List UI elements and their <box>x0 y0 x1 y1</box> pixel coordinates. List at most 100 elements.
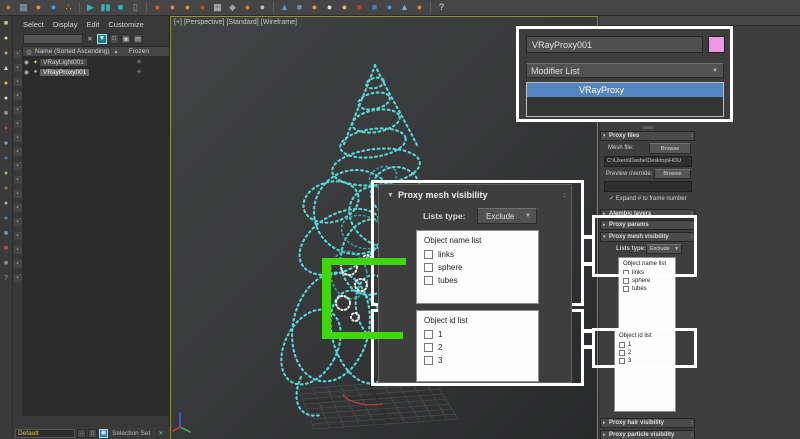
explorer-tool-icon[interactable]: ▪ <box>14 246 22 254</box>
shapes-filter-icon[interactable]: ● <box>1 34 11 44</box>
list-item-sphere[interactable]: sphere <box>619 277 675 285</box>
stop-icon[interactable]: ■ <box>114 1 127 14</box>
object-name-field[interactable] <box>526 36 703 53</box>
hand-icon[interactable]: ● <box>181 1 194 14</box>
viewport-plus-menu[interactable]: [+] <box>174 19 182 26</box>
basket-icon[interactable]: ● <box>413 1 426 14</box>
explorer-tool-icon[interactable]: ▪ <box>14 78 22 86</box>
checkbox[interactable] <box>424 343 433 352</box>
rollout-proxy-hair-visibility[interactable]: ▸ Proxy hair visibility :: <box>600 418 695 428</box>
sphere-icon[interactable]: ● <box>1 94 11 104</box>
list-item-id2[interactable]: 2 <box>417 341 538 354</box>
object-id-list-box[interactable]: Object id list 1 2 3 <box>416 310 539 382</box>
checkbox[interactable] <box>424 250 433 259</box>
splash-icon[interactable]: ▲ <box>278 1 291 14</box>
atom-icon[interactable]: ● <box>1 139 11 149</box>
filter-icon[interactable]: ▼ <box>97 34 107 44</box>
list-item-id3[interactable]: 3 <box>417 354 538 367</box>
frozen-column-header[interactable]: Frozen <box>129 48 149 55</box>
checkbox[interactable] <box>424 276 433 285</box>
rollout-proxy-particle-visibility[interactable]: ▸ Proxy particle visibility :: <box>600 430 695 439</box>
explorer-tool-icon[interactable]: ▪ <box>14 92 22 100</box>
close-icon[interactable]: ✕ <box>158 430 163 437</box>
explorer-tool-icon[interactable]: ▪ <box>14 120 22 128</box>
globe-icon[interactable]: ● <box>383 1 396 14</box>
search-input[interactable] <box>23 34 83 44</box>
explorer-tool-icon[interactable]: ▪ <box>14 232 22 240</box>
name-column-header[interactable]: Name (Sorted Ascending) <box>35 48 109 55</box>
preview-browse-button[interactable]: Browse <box>654 169 691 179</box>
explorer-tool-icon[interactable]: ▪ <box>14 162 22 170</box>
mesh-file-browse-button[interactable]: Browse <box>649 143 691 154</box>
scene-object-row[interactable]: ◉ ● VRayProxy001 ✳ <box>22 67 170 77</box>
cloth-icon[interactable]: ■ <box>353 1 366 14</box>
callout-rollout-header[interactable]: ▼ Proxy mesh visibility :: <box>379 188 571 202</box>
cup-icon[interactable]: ● <box>323 1 336 14</box>
marble-icon[interactable]: ● <box>1 214 11 224</box>
more-button[interactable]: ‥ <box>77 429 86 438</box>
menu-display[interactable]: Display <box>53 20 78 29</box>
stack-entry-vrayproxy[interactable]: VRayProxy <box>527 83 723 97</box>
cloud-icon[interactable]: ● <box>256 1 269 14</box>
query-icon[interactable]: ? <box>1 274 11 284</box>
explorer-tool-icon[interactable]: ▪ <box>14 64 22 72</box>
explorer-tool-icon[interactable]: ▪ <box>14 190 22 198</box>
pause-icon[interactable]: ▮▮ <box>99 1 112 14</box>
selection-sets-icon[interactable]: ▦ <box>99 429 108 438</box>
ship-icon[interactable]: ▲ <box>398 1 411 14</box>
frozen-snowflake-icon[interactable]: ✳ <box>136 58 142 66</box>
slate-icon[interactable]: ■ <box>1 109 11 119</box>
helper-icon[interactable]: ● <box>1 124 11 134</box>
container-icon[interactable]: ■ <box>293 1 306 14</box>
viewport-shading-menu[interactable]: [Wireframe] <box>261 19 297 26</box>
stack-icon[interactable]: ■ <box>1 229 11 239</box>
bucket-icon[interactable]: ● <box>308 1 321 14</box>
object-name[interactable]: VRayProxy001 <box>40 69 89 76</box>
modifier-stack-list[interactable]: VRayProxy <box>526 82 724 117</box>
schedule-icon[interactable]: ▦ <box>211 1 224 14</box>
lock-icon[interactable]: □ <box>109 34 119 44</box>
checkbox[interactable] <box>424 263 433 272</box>
grid-icon[interactable]: ▦ <box>17 1 30 14</box>
water-icon[interactable]: ● <box>47 1 60 14</box>
add-container-icon[interactable]: ▤ <box>133 34 143 44</box>
plant-icon[interactable]: ● <box>1 169 11 179</box>
spark-icon[interactable]: ● <box>241 1 254 14</box>
list-item-sphere[interactable]: sphere <box>417 261 538 274</box>
animal-icon[interactable]: ● <box>1 184 11 194</box>
object-color-swatch[interactable] <box>708 36 725 53</box>
explorer-tool-icon[interactable]: ▪ <box>14 134 22 142</box>
explorer-column-headers[interactable]: ◍ Name (Sorted Ascending) ▲ Frozen <box>22 46 170 57</box>
particles-icon[interactable]: ∴ <box>62 1 75 14</box>
sun-icon[interactable]: ● <box>1 79 11 89</box>
rollout-column-grip[interactable] <box>643 126 653 129</box>
explorer-tool-icon[interactable]: ▪ <box>14 50 22 58</box>
list-item-id1[interactable]: 1 <box>417 328 538 341</box>
checkbox[interactable] <box>623 278 629 284</box>
box-icon[interactable]: ■ <box>368 1 381 14</box>
help-icon[interactable]: ? <box>435 1 448 14</box>
play-icon[interactable]: ▶ <box>84 1 97 14</box>
fire-icon[interactable]: ● <box>32 1 45 14</box>
lists-type-dropdown[interactable]: Exclude ▼ <box>477 208 537 224</box>
explorer-tool-icon[interactable]: ▪ <box>14 260 22 268</box>
teapot-icon[interactable]: ● <box>1 49 11 59</box>
expand-frame-checkbox[interactable]: ✓ Expand # to frame number <box>609 195 687 202</box>
preview-override-field[interactable] <box>604 181 692 192</box>
menu-customize[interactable]: Customize <box>108 20 143 29</box>
flame-icon[interactable]: ● <box>151 1 164 14</box>
checkbox[interactable] <box>424 330 433 339</box>
explorer-tool-icon[interactable]: ▪ <box>14 106 22 114</box>
viewport-standard-menu[interactable]: [Standard] <box>226 19 258 26</box>
object-name[interactable]: VRayLight001 <box>40 59 87 66</box>
explorer-tool-icon[interactable]: ▪ <box>14 218 22 226</box>
list-item-tubes[interactable]: tubes <box>417 274 538 287</box>
block-icon[interactable]: ■ <box>1 259 11 269</box>
mesh-file-path-field[interactable]: C:\Users\Dashe\Desktop\HOU <box>604 156 692 167</box>
stone-icon[interactable]: ● <box>1 199 11 209</box>
cone-icon[interactable]: ▲ <box>1 64 11 74</box>
menu-edit[interactable]: Edit <box>86 20 99 29</box>
eye-icon[interactable]: ◉ <box>22 69 31 76</box>
explorer-tool-icon[interactable]: ▪ <box>14 176 22 184</box>
figure-icon[interactable]: ● <box>2 1 15 14</box>
